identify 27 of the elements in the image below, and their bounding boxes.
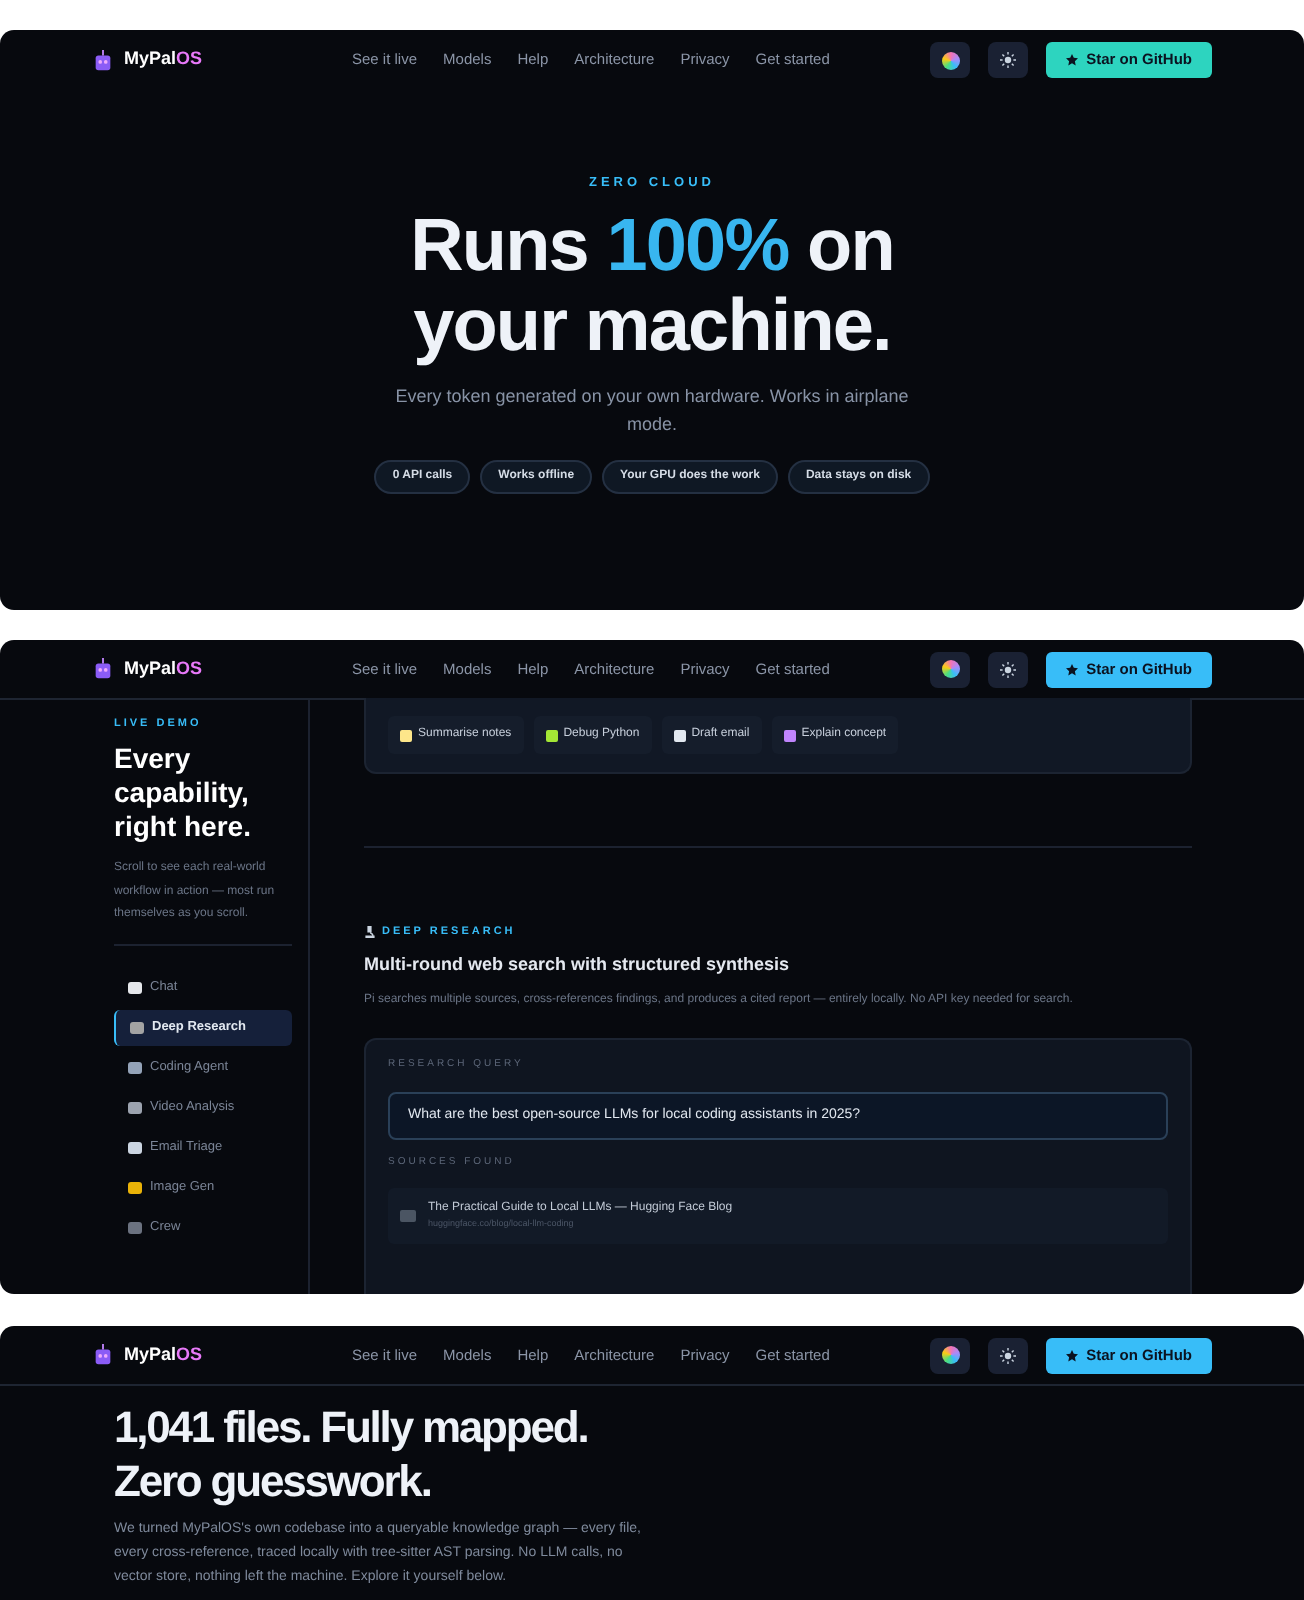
logo-link[interactable]: MyPalOS <box>92 655 352 683</box>
hero-subtitle: Every token generated on your own hardware. Works in airplane mode. <box>393 383 911 438</box>
theme-button[interactable] <box>930 1337 971 1373</box>
light-mode-button[interactable] <box>988 42 1029 78</box>
color-wheel-icon <box>941 1346 960 1364</box>
sun-icon <box>1000 1347 1017 1363</box>
color-wheel-icon <box>941 51 960 69</box>
star-icon <box>1066 54 1079 66</box>
light-mode-button[interactable] <box>988 1337 1029 1373</box>
light-mode-button[interactable] <box>988 651 1029 687</box>
page-icon <box>400 1209 416 1222</box>
robot-icon <box>92 658 114 680</box>
theme-button[interactable] <box>930 651 971 687</box>
section-title: Every capability, right here. <box>114 742 253 845</box>
theme-button[interactable] <box>930 42 971 78</box>
color-wheel-icon <box>941 660 960 678</box>
sun-icon <box>1000 52 1017 68</box>
sun-icon <box>1000 661 1017 677</box>
robot-icon <box>92 1344 114 1366</box>
star-icon <box>1066 1349 1079 1361</box>
star-icon <box>1066 663 1079 675</box>
section-heading: Multi-round web search with structured synthesis <box>364 952 792 979</box>
section-title: 1,041 files. Fully mapped. Zero guesswork. <box>114 1400 590 1508</box>
robot-icon <box>92 49 114 71</box>
logo-link[interactable]: MyPalOS <box>92 1341 352 1369</box>
hero-headline: Runs 100% on your machine. <box>408 205 896 366</box>
logo-link[interactable]: MyPalOS <box>92 46 352 74</box>
